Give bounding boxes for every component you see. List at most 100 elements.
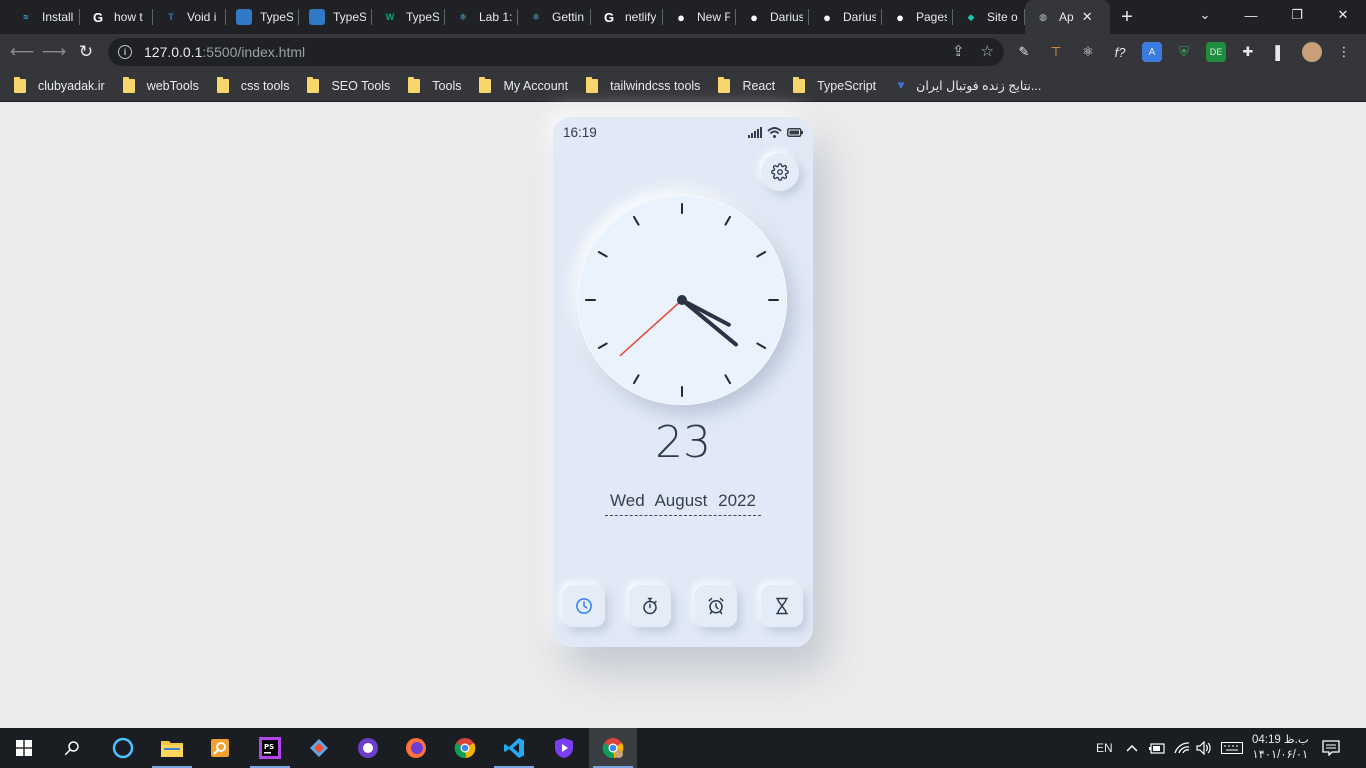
power-tray-button[interactable] bbox=[1149, 728, 1165, 768]
date-year: 2022 bbox=[718, 491, 756, 510]
browser-tab[interactable]: ● Darius bbox=[736, 0, 809, 34]
taskbar-github-desktop[interactable] bbox=[344, 728, 392, 768]
start-button[interactable] bbox=[0, 728, 48, 768]
react-devtools-icon[interactable]: ⚛ bbox=[1078, 42, 1098, 62]
tab-title: Install bbox=[42, 10, 74, 24]
taskbar-search-app[interactable] bbox=[196, 728, 244, 768]
menu-kebab-icon[interactable]: ⋮ bbox=[1334, 42, 1354, 62]
taskbar-file-explorer[interactable] bbox=[148, 728, 196, 768]
address-bar[interactable]: i 127.0.0.1:5500/index.html ⇪ ☆ bbox=[108, 38, 1004, 66]
forward-button[interactable]: ⟶ bbox=[38, 36, 70, 68]
browser-tab[interactable]: ⚛ Gettin bbox=[518, 0, 591, 34]
bookmark-folder[interactable]: Tools bbox=[408, 76, 461, 93]
cortana-button[interactable] bbox=[99, 728, 147, 768]
bookmark-star-icon[interactable]: ☆ bbox=[981, 42, 994, 60]
bookmark-folder[interactable]: SEO Tools bbox=[307, 76, 390, 93]
browser-tab[interactable]: ≈ Install bbox=[8, 0, 80, 34]
side-panel-icon[interactable]: ▌ bbox=[1270, 42, 1290, 62]
browser-tab[interactable]: TS TypeS bbox=[299, 0, 372, 34]
taskbar-phpstorm[interactable]: PS bbox=[246, 728, 294, 768]
tab-close-icon[interactable]: ✕ bbox=[1082, 9, 1093, 25]
speaker-icon bbox=[1196, 741, 1211, 755]
clock-dial bbox=[585, 203, 779, 397]
search-icon bbox=[64, 741, 79, 756]
nav-timer-button[interactable] bbox=[761, 585, 803, 627]
browser-tab[interactable]: TS TypeS bbox=[226, 0, 299, 34]
function-extension-icon[interactable]: f? bbox=[1110, 42, 1130, 62]
nav-stopwatch-button[interactable] bbox=[629, 585, 671, 627]
extensions-puzzle-icon[interactable]: ✚ bbox=[1238, 42, 1258, 62]
taskbar-firefox[interactable] bbox=[392, 728, 440, 768]
browser-tab[interactable]: ◆ Site o bbox=[953, 0, 1025, 34]
language-indicator[interactable]: EN bbox=[1096, 728, 1113, 768]
hour-tick bbox=[724, 215, 731, 226]
close-window-button[interactable]: ✕ bbox=[1320, 0, 1366, 30]
react-icon: ⚛ bbox=[458, 11, 468, 22]
taskbar-chrome-active[interactable] bbox=[589, 728, 637, 768]
folder-icon bbox=[718, 76, 731, 93]
browser-tab[interactable]: ● Pages bbox=[882, 0, 953, 34]
bookmark-folder[interactable]: React bbox=[718, 76, 775, 93]
bookmark-link[interactable]: ⩔ نتایج زنده فوتبال ایران... bbox=[894, 78, 1041, 93]
new-tab-button[interactable]: + bbox=[1110, 0, 1144, 34]
google-icon: G bbox=[603, 9, 615, 25]
browser-tab[interactable]: Gnetlify bbox=[591, 0, 663, 34]
minimize-button[interactable]: — bbox=[1228, 0, 1274, 30]
browser-tab[interactable]: T Void i bbox=[153, 0, 226, 34]
volume-tray-button[interactable] bbox=[1196, 728, 1212, 768]
date-line: Wed August 2022 bbox=[605, 491, 761, 516]
browser-tab[interactable]: ⚛ Lab 1: bbox=[445, 0, 518, 34]
de-extension-icon[interactable]: DE bbox=[1206, 42, 1226, 62]
share-icon[interactable]: ⇪ bbox=[952, 42, 965, 60]
bookmark-folder[interactable]: tailwindcss tools bbox=[586, 76, 700, 93]
bookmark-label: TypeScript bbox=[817, 78, 877, 93]
taskbar-chrome[interactable] bbox=[441, 728, 489, 768]
browser-tab[interactable]: W TypeS bbox=[372, 0, 445, 34]
action-center-button[interactable] bbox=[1322, 728, 1340, 768]
profile-avatar[interactable] bbox=[1302, 42, 1322, 62]
taskbar-vscode[interactable] bbox=[490, 728, 538, 768]
taskbar-git-app[interactable] bbox=[295, 728, 343, 768]
pen-extension-icon[interactable]: ✎ bbox=[1014, 42, 1034, 62]
search-button[interactable] bbox=[48, 728, 96, 768]
folder-icon bbox=[408, 76, 421, 93]
translate-extension-icon[interactable]: A bbox=[1142, 42, 1162, 62]
nav-alarm-button[interactable] bbox=[695, 585, 737, 627]
network-tray-button[interactable] bbox=[1174, 728, 1190, 768]
show-hidden-icons-button[interactable] bbox=[1126, 728, 1138, 768]
back-button[interactable]: ⟵ bbox=[6, 36, 38, 68]
shield-extension-icon[interactable]: ⛨ bbox=[1174, 42, 1194, 62]
battery-icon bbox=[787, 127, 803, 137]
notification-icon bbox=[1322, 740, 1340, 756]
browser-tab[interactable]: ● New F bbox=[663, 0, 736, 34]
bookmark-folder[interactable]: webTools bbox=[122, 76, 199, 93]
battery-plug-icon bbox=[1149, 743, 1165, 754]
bookmark-folder[interactable]: TypeScript bbox=[793, 76, 877, 93]
hour-tick bbox=[756, 342, 767, 349]
restore-button[interactable]: ❐ bbox=[1274, 0, 1320, 30]
keyboard-tray-button[interactable] bbox=[1221, 728, 1243, 768]
taskbar-vpn[interactable] bbox=[540, 728, 588, 768]
bookmark-folder[interactable]: My Account bbox=[479, 76, 568, 93]
tab-title: Darius bbox=[770, 10, 803, 24]
bookmark-folder[interactable]: css tools bbox=[216, 76, 289, 93]
folder-icon bbox=[793, 76, 806, 93]
reload-button[interactable]: ↻ bbox=[70, 36, 102, 68]
bookmark-folder[interactable]: clubyadak.ir bbox=[14, 76, 105, 93]
browser-tab[interactable]: ◍ Ap ✕ bbox=[1025, 0, 1110, 34]
varzesh3-icon: ⩔ bbox=[898, 79, 905, 91]
hammer-extension-icon[interactable]: ⊤ bbox=[1046, 42, 1066, 62]
site-info-icon[interactable]: i bbox=[118, 45, 132, 59]
globe-icon: ◍ bbox=[1039, 11, 1047, 22]
clock-tray[interactable]: 04:19 ب.ظ ۱۴۰۱/۰۶/۰۱ bbox=[1252, 728, 1309, 768]
browser-tab[interactable]: Ghow t bbox=[80, 0, 153, 34]
stopwatch-icon bbox=[643, 597, 657, 615]
nav-clock-button[interactable] bbox=[563, 585, 605, 627]
github-desktop-icon bbox=[358, 738, 378, 758]
tab-search-button[interactable]: ⌄ bbox=[1182, 0, 1228, 30]
bottom-nav bbox=[563, 585, 803, 629]
browser-tab[interactable]: ● Darius bbox=[809, 0, 882, 34]
settings-button[interactable] bbox=[761, 153, 799, 191]
github-icon: ● bbox=[823, 9, 831, 25]
google-icon: G bbox=[92, 9, 104, 25]
